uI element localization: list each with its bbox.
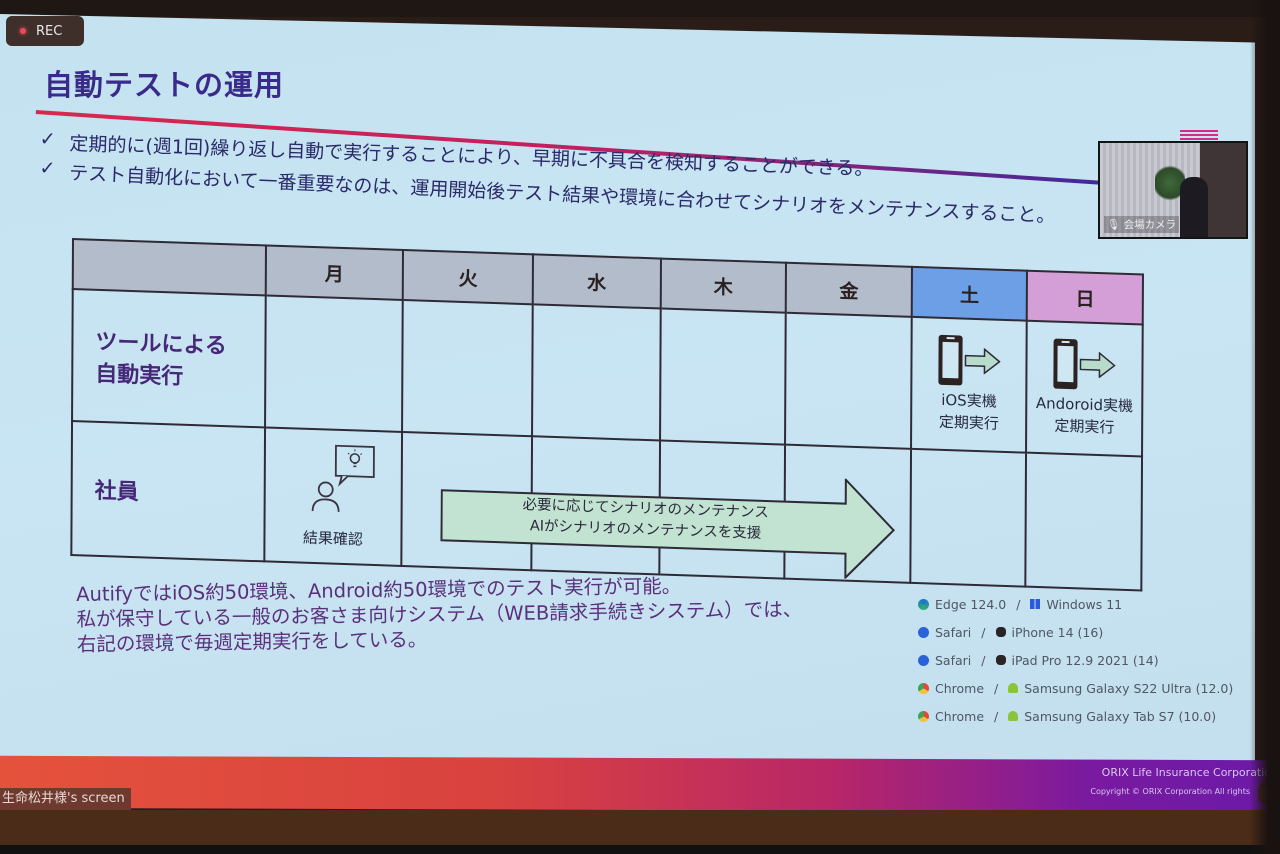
- separator: /: [981, 624, 986, 640]
- camera-name: 会場カメラ: [1123, 219, 1177, 231]
- camera-speaker: [1180, 177, 1208, 237]
- slide-footer-bar: [0, 755, 1280, 813]
- conference-screen: REC 自動テストの運用 ✓ 定期的に(週1回)繰り返し自動で実行することにより…: [0, 0, 1280, 854]
- cell-mon-review: 結果確認: [263, 427, 403, 566]
- right-arrow-icon: [1079, 351, 1116, 379]
- day-header-wed: 水: [532, 254, 661, 309]
- header-blank: [72, 239, 266, 296]
- record-dot-icon: [20, 28, 26, 34]
- right-arrow-icon: [964, 347, 1001, 375]
- separator: /: [1016, 596, 1021, 612]
- apple-icon: [995, 655, 1006, 665]
- cell: [1025, 452, 1143, 591]
- environment-item: Chrome / Samsung Galaxy Tab S7 (10.0): [918, 702, 1233, 730]
- device-name: iPad Pro 12.9 2021 (14): [1011, 652, 1159, 668]
- microphone-icon: 🎙: [1107, 219, 1121, 231]
- device-name: Windows 11: [1046, 596, 1123, 612]
- camera-label: 🎙 会場カメラ: [1104, 216, 1180, 233]
- separator: /: [981, 652, 986, 668]
- cell: [532, 304, 661, 441]
- checkmark-icon: ✓: [39, 128, 56, 151]
- device-name: Samsung Galaxy Tab S7 (10.0): [1024, 708, 1217, 724]
- checkmark-icon: ✓: [39, 157, 56, 180]
- row-label-tool: ツールによる 自動実行: [72, 289, 266, 428]
- room-edge: [0, 845, 1280, 854]
- safari-icon: [918, 626, 929, 638]
- separator: /: [994, 708, 999, 724]
- apple-icon: [995, 627, 1006, 637]
- bullet-list: ✓ 定期的に(週1回)繰り返し自動で実行することにより、早期に不具合を検知するこ…: [39, 128, 1057, 227]
- browser-name: Safari: [935, 624, 972, 640]
- browser-name: Chrome: [935, 680, 985, 696]
- cell: [659, 308, 787, 445]
- edge-icon: [918, 598, 929, 610]
- cell-caption: Andoroid実機: [1035, 393, 1134, 416]
- separator: /: [994, 680, 999, 696]
- environment-item: Safari / iPhone 14 (16): [918, 618, 1233, 646]
- cell-caption: 定期実行: [938, 412, 999, 433]
- device-name: iPhone 14 (16): [1011, 624, 1104, 640]
- slide-title: 自動テストの運用: [44, 68, 285, 102]
- environment-list: Edge 124.0 / Windows 11 Safari / iPhone …: [918, 590, 1233, 730]
- row-label-staff: 社員: [71, 421, 265, 562]
- android-icon: [1008, 683, 1019, 693]
- weekly-schedule-table: 月 火 水 木 金 土 日 ツールによる 自動実行 iOS実機 定期実行 And…: [70, 238, 1144, 614]
- recording-label: REC: [36, 23, 63, 39]
- browser-name: Edge 124.0: [935, 596, 1007, 612]
- environment-item: Safari / iPad Pro 12.9 2021 (14): [918, 646, 1233, 674]
- row-label-line: 自動実行: [95, 361, 184, 390]
- device-name: Samsung Galaxy S22 Ultra (12.0): [1024, 680, 1234, 696]
- cell: [910, 448, 1027, 587]
- windows-icon: [1030, 599, 1041, 609]
- day-header-mon: 月: [265, 245, 404, 300]
- day-header-sat: 土: [911, 266, 1028, 321]
- chrome-icon: [918, 710, 929, 722]
- chrome-icon: [918, 682, 929, 694]
- person-idea-icon: [312, 444, 376, 512]
- cell-sat-ios: iOS実機 定期実行: [910, 316, 1028, 453]
- footer-copyright: Copyright © ORIX Corporation All rights: [1090, 787, 1250, 796]
- browser-name: Chrome: [935, 708, 985, 724]
- cell-sun-android: Andoroid実機 定期実行: [1026, 320, 1143, 457]
- notes-text: AutifyではiOS約50環境、Android約50環境でのテスト実行が可能。…: [76, 572, 803, 657]
- room-wall: [1250, 0, 1280, 854]
- environment-item: Edge 124.0 / Windows 11: [918, 590, 1233, 618]
- day-header-thu: 木: [660, 258, 787, 313]
- cell-caption: 定期実行: [1054, 416, 1115, 437]
- day-header-tue: 火: [403, 249, 533, 305]
- browser-name: Safari: [935, 652, 972, 668]
- smartphone-icon: [1053, 338, 1078, 390]
- screen-share-label: 生命松井様's screen: [0, 788, 131, 810]
- day-header-fri: 金: [786, 262, 912, 317]
- cell: [402, 299, 533, 437]
- maintenance-arrow: 必要に応じてシナリオのメンテナンス AIがシナリオのメンテナンスを支援: [440, 465, 896, 581]
- cell-caption: 結果確認: [302, 528, 363, 549]
- cell: [785, 312, 912, 449]
- venue-camera-video[interactable]: 🎙 会場カメラ: [1098, 141, 1248, 239]
- cell: [264, 295, 404, 432]
- android-icon: [1008, 711, 1019, 721]
- recording-indicator[interactable]: REC: [6, 16, 84, 46]
- smartphone-icon: [938, 334, 963, 386]
- day-header-sun: 日: [1027, 270, 1143, 325]
- safari-icon: [918, 654, 929, 666]
- environment-item: Chrome / Samsung Galaxy S22 Ultra (12.0): [918, 674, 1233, 702]
